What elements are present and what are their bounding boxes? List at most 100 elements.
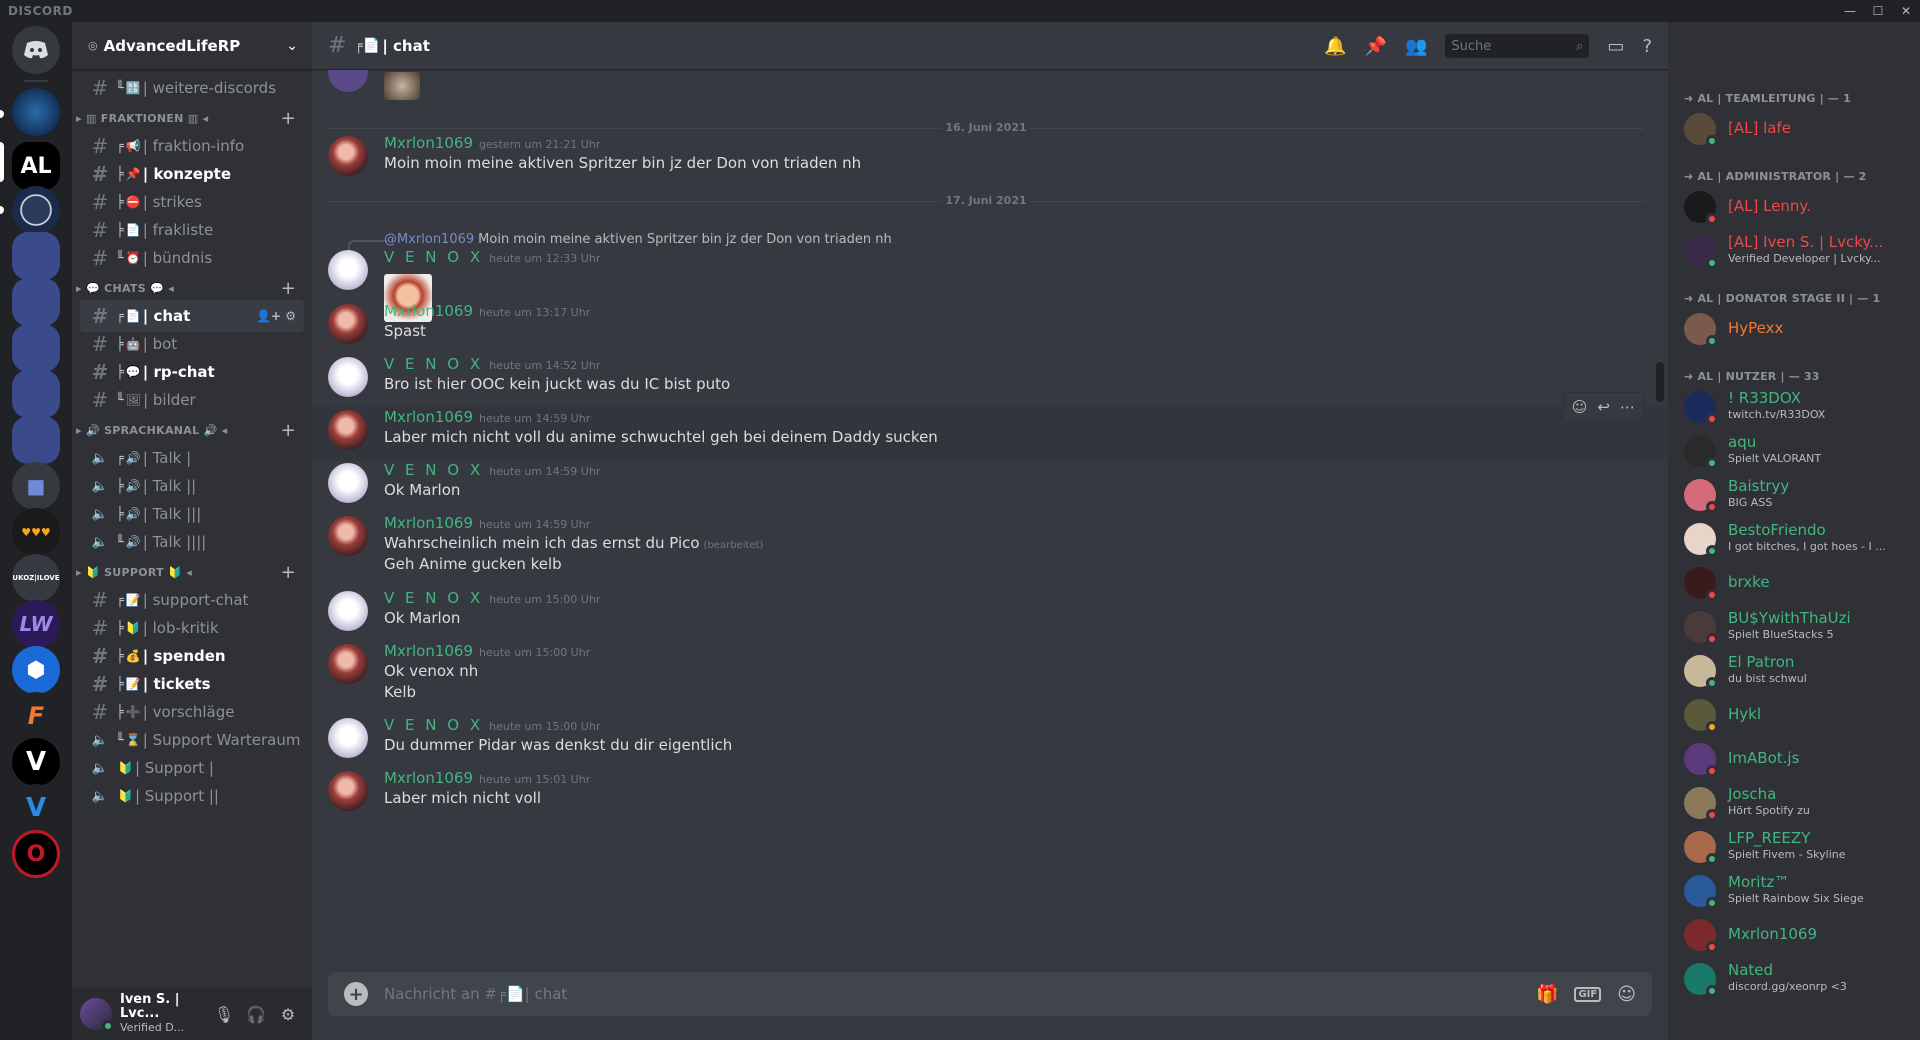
server-icon[interactable]	[12, 88, 60, 136]
create-channel-icon[interactable]: +	[281, 420, 296, 441]
server-icon[interactable]: F	[12, 692, 60, 740]
member-item[interactable]: El Patron du bist schwul	[1676, 650, 1912, 692]
text-channel[interactable]: # ╙ 🖼 | bilder	[80, 384, 304, 416]
author-name[interactable]: V E N O X	[384, 248, 483, 266]
add-reaction-icon[interactable]: ☺	[1572, 398, 1588, 416]
author-name[interactable]: Mxrlon1069	[384, 514, 473, 532]
member-item[interactable]: HyPexx	[1676, 308, 1912, 350]
member-item[interactable]: Nated discord.gg/xeonrp <3	[1676, 958, 1912, 1000]
reply-author[interactable]: @Mxrlon1069	[384, 232, 474, 247]
author-name[interactable]: V E N O X	[384, 355, 483, 373]
avatar[interactable]	[328, 771, 368, 811]
create-channel-icon[interactable]: +	[281, 562, 296, 583]
gif-button[interactable]: GIF	[1574, 986, 1602, 1002]
member-item[interactable]: [AL] lafe	[1676, 108, 1912, 150]
voice-channel[interactable]: 🔈 🔰 | Support ||	[80, 780, 304, 812]
gift-icon[interactable]: 🎁	[1536, 984, 1558, 1005]
help-icon[interactable]: ?	[1642, 36, 1652, 57]
reply-icon[interactable]: ↩	[1597, 398, 1610, 416]
server-icon[interactable]: O	[12, 830, 60, 878]
message-author[interactable]: V E N O X heute um 14:52 Uhr	[384, 355, 600, 373]
member-item[interactable]: BU$YwithThaUzi Spielt BlueStacks 5	[1676, 606, 1912, 648]
avatar[interactable]	[328, 718, 368, 758]
search-input[interactable]: Suche ⌕	[1445, 34, 1590, 58]
server-folder-icon[interactable]	[12, 370, 60, 418]
author-name[interactable]: V E N O X	[384, 589, 483, 607]
avatar[interactable]	[80, 998, 114, 1032]
avatar[interactable]	[328, 70, 368, 92]
add-attachment-button[interactable]: +	[344, 982, 368, 1006]
microphone-icon[interactable]: 🎙	[208, 1005, 240, 1024]
member-item[interactable]: brxke	[1676, 562, 1912, 604]
message-author[interactable]: Mxrlon1069 heute um 15:01 Uhr	[384, 769, 590, 787]
avatar[interactable]	[328, 136, 368, 176]
message[interactable]: V E N O X heute um 14:52 Uhr Bro ist hier …	[312, 353, 1668, 408]
message-author[interactable]: V E N O X heute um 12:33 Uhr	[384, 248, 600, 266]
more-icon[interactable]: ⋯	[1620, 398, 1635, 416]
message-author[interactable]: V E N O X heute um 15:00 Uhr	[384, 716, 600, 734]
maximize-button[interactable]: ☐	[1864, 0, 1892, 22]
message[interactable]: V E N O X heute um 15:00 Uhr Du dummer Pid…	[312, 714, 1668, 769]
emoji-icon[interactable]: ☺	[1617, 984, 1636, 1005]
image-attachment[interactable]	[384, 72, 420, 100]
message[interactable]: V E N O X heute um 14:59 Uhr Ok Marlon	[312, 459, 1668, 514]
server-icon[interactable]: LW	[12, 600, 60, 648]
member-item[interactable]: Baistryy BIG ASS	[1676, 474, 1912, 516]
author-name[interactable]: V E N O X	[384, 461, 483, 479]
message[interactable]: Mxrlon1069 heute um 14:59 Uhr Laber mich n…	[312, 392, 1668, 461]
home-button[interactable]	[12, 26, 60, 74]
server-icon[interactable]: ♥♥♥	[12, 508, 60, 556]
server-icon[interactable]: V	[12, 784, 60, 832]
bell-icon[interactable]: 🔔	[1324, 36, 1346, 57]
create-channel-icon[interactable]: +	[281, 108, 296, 129]
message[interactable]: Mxrlon1069 heute um 14:59 Uhr Wahrscheinli…	[312, 512, 1668, 588]
member-item[interactable]: ImABot.js	[1676, 738, 1912, 780]
reply-preview[interactable]: @Mxrlon1069 Moin moin meine aktiven Sprit…	[384, 232, 892, 247]
create-channel-icon[interactable]: +	[281, 278, 296, 299]
author-name[interactable]: Mxrlon1069	[384, 769, 473, 787]
message-author[interactable]: Mxrlon1069 heute um 15:00 Uhr	[384, 642, 590, 660]
message[interactable]: Mxrlon1069 heute um 15:00 Uhr Ok venox nh K…	[312, 640, 1668, 716]
server-folder-icon[interactable]	[12, 232, 60, 280]
server-icon[interactable]: UKOZ|ILOVE	[12, 554, 60, 602]
message-author[interactable]: Mxrlon1069 heute um 13:17 Uhr	[384, 302, 590, 320]
channel-category[interactable]: ▸ 🔰 SUPPORT 🔰 ◂ +	[74, 560, 306, 584]
channel-category[interactable]: ▸ 🔊 SPRACHKANAL 🔊 ◂ +	[74, 418, 306, 442]
folder-icon[interactable]: ■	[12, 462, 60, 510]
member-item[interactable]: [AL] Iven S. | Lvcky... Verified Develope…	[1676, 230, 1912, 272]
message[interactable]: Mxrlon1069 heute um 15:01 Uhr Laber mich n…	[312, 767, 1668, 822]
author-name[interactable]: Mxrlon1069	[384, 134, 473, 152]
message-author[interactable]: V E N O X heute um 15:00 Uhr	[384, 589, 600, 607]
member-item[interactable]: Joscha Hört Spotify zu	[1676, 782, 1912, 824]
member-item[interactable]: [AL] Lenny.	[1676, 186, 1912, 228]
author-name[interactable]: V E N O X	[384, 716, 483, 734]
avatar[interactable]	[328, 463, 368, 503]
avatar[interactable]	[328, 644, 368, 684]
pin-icon[interactable]: 📌	[1365, 36, 1387, 57]
server-icon[interactable]: ⬢	[12, 646, 60, 694]
server-icon-advancedliferp[interactable]: AL	[12, 142, 60, 190]
text-channel[interactable]: # ╙ ⏰ | bündnis	[80, 242, 304, 274]
member-item[interactable]: ! R33DOX twitch.tv/R33DOX	[1676, 386, 1912, 428]
author-name[interactable]: Mxrlon1069	[384, 642, 473, 660]
member-item[interactable]: Hykl	[1676, 694, 1912, 736]
channel-category[interactable]: ▸ 💬 CHATS 💬 ◂ +	[74, 276, 306, 300]
message-author[interactable]: Mxrlon1069 gestern um 21:21 Uhr	[384, 134, 600, 152]
server-header[interactable]: ◎ AdvancedLifeRP ⌄	[72, 22, 312, 70]
author-name[interactable]: Mxrlon1069	[384, 408, 473, 426]
headphones-icon[interactable]: 🎧	[240, 1005, 272, 1024]
message[interactable]: V E N O X heute um 15:00 Uhr Ok Marlon	[312, 587, 1668, 642]
minimize-button[interactable]: —	[1836, 0, 1864, 22]
channel-category[interactable]: ▸ ▥ FRAKTIONEN ▥ ◂ +	[74, 106, 306, 130]
member-item[interactable]: LFP_REEZY Spielt Fivem - Skyline	[1676, 826, 1912, 868]
close-button[interactable]: ✕	[1892, 0, 1920, 22]
inbox-icon[interactable]: ▭	[1607, 36, 1624, 57]
message-author[interactable]: V E N O X heute um 14:59 Uhr	[384, 461, 600, 479]
message-author[interactable]: Mxrlon1069 heute um 14:59 Uhr	[384, 408, 590, 426]
author-name[interactable]: Mxrlon1069	[384, 302, 473, 320]
voice-channel[interactable]: 🔈 ╙ 🔊 | Talk ||||	[80, 526, 304, 558]
avatar[interactable]	[328, 357, 368, 397]
avatar[interactable]	[328, 304, 368, 344]
message-input[interactable]	[384, 985, 1521, 1003]
member-item[interactable]: aqu Spielt VALORANT	[1676, 430, 1912, 472]
